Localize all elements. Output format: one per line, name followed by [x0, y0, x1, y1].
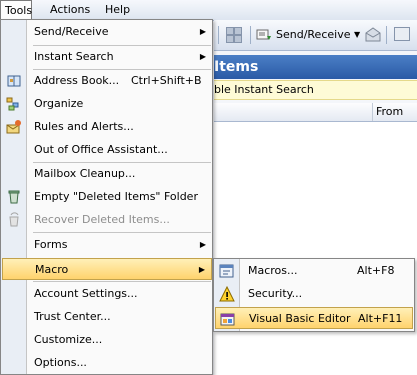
menu-item-recover-deleted: Recover Deleted Items...	[2, 209, 212, 231]
toolbar-separator	[250, 26, 251, 44]
menu-item-rules-alerts[interactable]: Rules and Alerts...	[2, 116, 212, 138]
dropdown-arrow-icon[interactable]: ▼	[354, 25, 360, 45]
mail-tray-icon[interactable]	[364, 27, 382, 43]
macros-icon	[219, 264, 234, 278]
menu-bar: Tools Actions Help	[0, 0, 417, 21]
menu-tools[interactable]: Tools	[0, 0, 32, 20]
security-warning-icon	[219, 286, 235, 302]
menu-separator	[33, 281, 211, 282]
column-from-label: From	[376, 105, 404, 118]
menu-actions[interactable]: Actions	[44, 0, 96, 20]
menu-item-mailbox-cleanup[interactable]: Mailbox Cleanup...	[2, 163, 212, 185]
menu-item-empty-deleted[interactable]: Empty "Deleted Items" Folder	[2, 186, 212, 208]
message-list-header: From	[214, 103, 417, 122]
submenu-arrow-icon: ▶	[199, 240, 206, 249]
send-receive-icon	[256, 29, 271, 40]
instant-search-bar[interactable]: ble Instant Search	[214, 80, 417, 100]
tools-menu: Send/Receive ▶ Instant Search ▶ Address …	[0, 19, 213, 375]
submenu-item-label: Macros...	[248, 264, 298, 277]
rules-alerts-icon	[6, 120, 21, 134]
menu-tools-label: Tools	[5, 4, 33, 17]
submenu-item-visual-basic-editor[interactable]: Visual Basic Editor Alt+F11	[215, 307, 413, 329]
menu-item-label: Macro	[35, 263, 69, 276]
recover-deleted-icon	[9, 212, 19, 227]
submenu-arrow-icon: ▶	[199, 52, 206, 61]
submenu-arrow-icon: ▶	[198, 265, 205, 274]
submenu-arrow-icon: ▶	[199, 27, 206, 36]
menu-item-label: Trust Center...	[34, 310, 111, 323]
menu-actions-label: Actions	[50, 3, 91, 16]
submenu-item-shortcut: Alt+F11	[358, 312, 403, 325]
menu-item-label: Organize	[34, 97, 84, 110]
menu-item-forms[interactable]: Forms ▶	[2, 234, 212, 256]
menu-item-label: Recover Deleted Items...	[34, 213, 170, 226]
menu-item-instant-search[interactable]: Instant Search ▶	[2, 46, 212, 68]
menu-item-label: Options...	[34, 356, 87, 369]
submenu-item-security[interactable]: Security...	[215, 283, 413, 305]
folder-pane-header: Items	[214, 55, 417, 79]
menu-item-label: Forms	[34, 238, 68, 251]
organize-icon	[6, 97, 19, 111]
column-header-from[interactable]: From	[372, 103, 403, 121]
menu-item-label: Out of Office Assistant...	[34, 143, 168, 156]
menu-item-macro[interactable]: Macro ▶	[2, 258, 212, 280]
menu-item-label: Empty "Deleted Items" Folder	[34, 190, 198, 203]
macro-submenu: Macros... Alt+F8 Security... Visual Basi…	[213, 258, 415, 332]
menu-item-label: Instant Search	[34, 50, 114, 63]
empty-deleted-icon	[8, 190, 20, 204]
vb-editor-icon	[220, 313, 235, 326]
menu-item-shortcut: Ctrl+Shift+B	[131, 74, 202, 87]
menu-item-out-of-office[interactable]: Out of Office Assistant...	[2, 139, 212, 161]
menu-item-organize[interactable]: Organize	[2, 93, 212, 115]
submenu-item-shortcut: Alt+F8	[357, 264, 395, 277]
standard-toolbar: Send/Receive ▼	[214, 20, 417, 51]
folder-title: Items	[214, 59, 259, 75]
menu-item-label: Customize...	[34, 333, 103, 346]
menu-help[interactable]: Help	[99, 0, 136, 20]
menu-item-send-receive[interactable]: Send/Receive ▶	[2, 21, 212, 43]
send-receive-label: Send/Receive	[276, 28, 351, 41]
menu-item-trust-center[interactable]: Trust Center...	[2, 306, 212, 328]
view-grid-icon[interactable]	[226, 27, 242, 43]
instant-search-hint: ble Instant Search	[214, 83, 314, 96]
menu-item-label: Mailbox Cleanup...	[34, 167, 136, 180]
submenu-item-label: Security...	[248, 287, 303, 300]
menu-item-label: Send/Receive	[34, 25, 109, 38]
menu-separator	[33, 232, 211, 233]
toolbar-separator	[386, 26, 387, 44]
address-book-toolbar-icon[interactable]	[394, 27, 410, 43]
toolbar-separator	[218, 26, 219, 44]
submenu-item-label: Visual Basic Editor	[249, 312, 351, 325]
menu-item-label: Rules and Alerts...	[34, 120, 134, 133]
menu-item-options[interactable]: Options...	[2, 352, 212, 374]
menu-item-customize[interactable]: Customize...	[2, 329, 212, 351]
menu-item-address-book[interactable]: Address Book... Ctrl+Shift+B	[2, 70, 212, 92]
menu-help-label: Help	[105, 3, 131, 16]
submenu-item-macros[interactable]: Macros... Alt+F8	[215, 260, 413, 282]
menu-item-account-settings[interactable]: Account Settings...	[2, 283, 212, 305]
message-list[interactable]	[214, 122, 417, 375]
menu-item-label: Address Book...	[34, 74, 120, 87]
menu-item-label: Account Settings...	[34, 287, 138, 300]
address-book-icon	[7, 75, 21, 87]
